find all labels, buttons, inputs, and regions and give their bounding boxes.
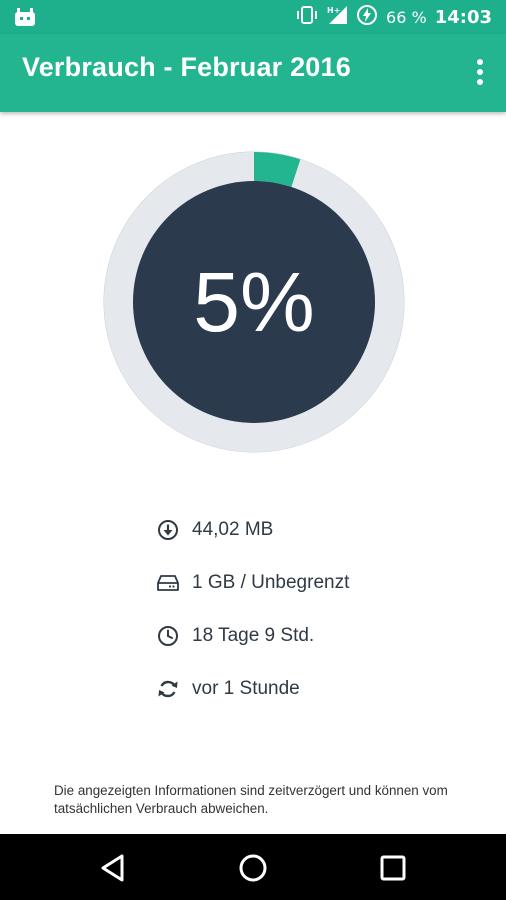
app-bar: Verbrauch - Februar 2016 bbox=[0, 34, 506, 112]
cyanogen-mascot-icon bbox=[14, 7, 36, 27]
detail-text: 1 GB / Unbegrenzt bbox=[192, 571, 350, 593]
status-time: 14:03 bbox=[434, 6, 492, 28]
vibrate-icon bbox=[296, 5, 318, 29]
storage-icon bbox=[156, 571, 180, 595]
back-icon[interactable] bbox=[96, 851, 130, 885]
detail-row-usage: 44,02 MB bbox=[156, 503, 349, 556]
signal-hplus-icon: H+ bbox=[326, 5, 348, 29]
detail-text: vor 1 Stunde bbox=[192, 677, 300, 699]
disclaimer-text: Die angezeigten Informationen sind zeitv… bbox=[54, 783, 448, 816]
clock-icon bbox=[156, 624, 180, 648]
usage-percent: 5% bbox=[193, 254, 315, 349]
home-icon[interactable] bbox=[236, 851, 270, 885]
more-vert-icon[interactable] bbox=[476, 58, 484, 86]
recents-icon[interactable] bbox=[376, 851, 410, 885]
status-bar: H+ 66 % 14:03 bbox=[0, 0, 506, 34]
navigation-bar bbox=[0, 834, 506, 900]
detail-text: 44,02 MB bbox=[192, 518, 274, 540]
sync-icon bbox=[156, 677, 180, 701]
download-icon bbox=[156, 518, 180, 542]
detail-row-updated: vor 1 Stunde bbox=[156, 662, 349, 715]
usage-details: 44,02 MB 1 GB / Unbegrenzt 18 Tage 9 Std… bbox=[156, 503, 349, 715]
detail-text: 18 Tage 9 Std. bbox=[192, 624, 315, 646]
detail-row-quota: 1 GB / Unbegrenzt bbox=[156, 556, 349, 609]
battery-charging-icon bbox=[356, 4, 378, 30]
battery-percent: 66 % bbox=[386, 7, 427, 27]
usage-gauge: 5% bbox=[103, 151, 405, 453]
detail-row-remaining: 18 Tage 9 Std. bbox=[156, 609, 349, 662]
page-title: Verbrauch - Februar 2016 bbox=[22, 52, 351, 82]
svg-text:H+: H+ bbox=[327, 6, 340, 15]
